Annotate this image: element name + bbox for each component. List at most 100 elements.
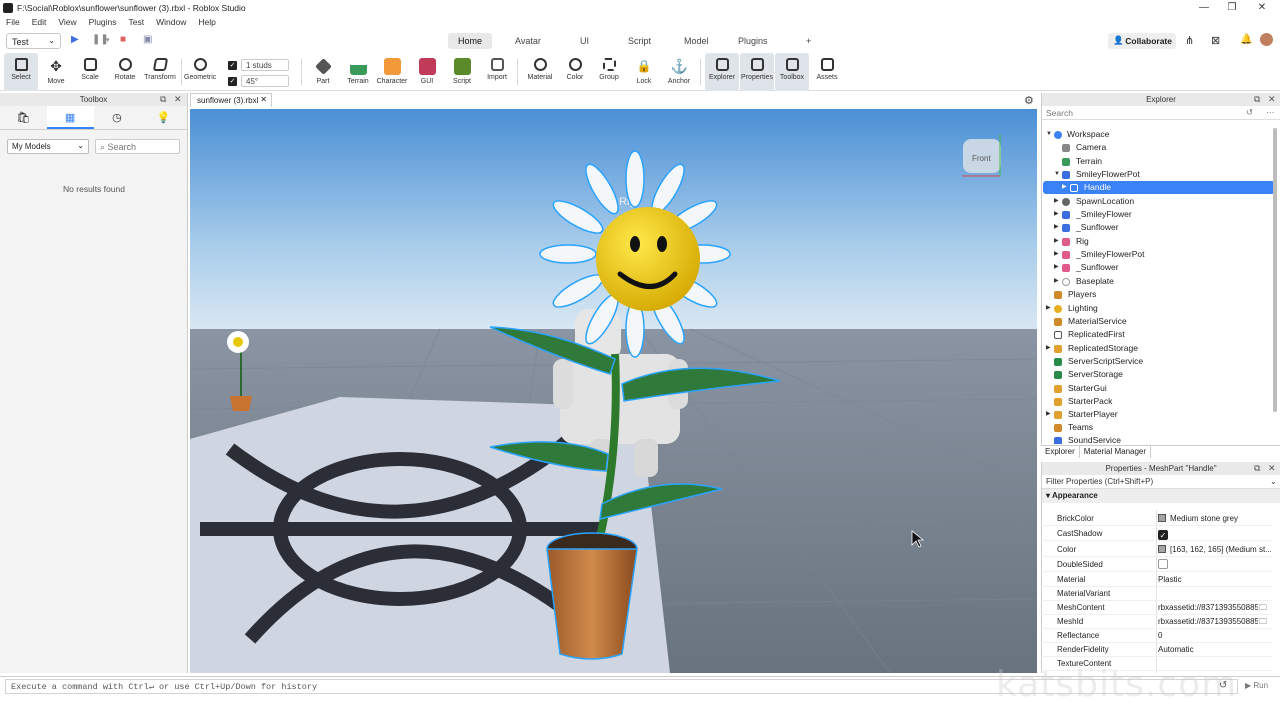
- notifications-icon[interactable]: 🔔: [1240, 34, 1252, 45]
- prop-row-color[interactable]: Color [163, 162, 165] (Medium st...: [1041, 543, 1273, 558]
- explorer-search-input[interactable]: Search ↺ ⋯: [1042, 106, 1280, 120]
- prop-row-meshid[interactable]: MeshId rbxassetid://83713935508851 🗀: [1041, 615, 1273, 630]
- tree-item-rig[interactable]: ▶ Rig: [1043, 235, 1275, 248]
- scale-tool-button[interactable]: Scale: [73, 53, 107, 91]
- team-create-icon[interactable]: ⊠: [1211, 34, 1220, 47]
- undock-icon[interactable]: ⧉: [160, 93, 166, 106]
- assets-button[interactable]: Assets: [810, 53, 844, 91]
- move-tool-button[interactable]: ✥ Move: [39, 53, 73, 91]
- view-cube[interactable]: Front: [962, 134, 1001, 177]
- group-button[interactable]: Group: [592, 53, 626, 91]
- tab-home[interactable]: Home: [448, 33, 493, 49]
- prop-row-material[interactable]: Material Plastic: [1041, 573, 1273, 588]
- tree-item-spawnlocation[interactable]: ▶ SpawnLocation: [1043, 195, 1275, 208]
- geometric-button[interactable]: Geometric: [184, 53, 216, 91]
- appearance-section[interactable]: ▾ Appearance: [1042, 489, 1280, 503]
- document-tab[interactable]: sunflower (3).rbxl ✕: [190, 93, 272, 107]
- history-icon[interactable]: ↺: [1246, 107, 1253, 118]
- tree-item-smileyflowerpot[interactable]: ▼ SmileyFlowerPot: [1043, 168, 1275, 181]
- tree-item-starterpack[interactable]: StarterPack: [1043, 395, 1275, 408]
- folder-icon[interactable]: 🗀: [1259, 601, 1267, 615]
- explorer-button[interactable]: Explorer: [705, 53, 739, 91]
- category-select[interactable]: My Models ⌄: [7, 139, 89, 154]
- close-icon[interactable]: ✕: [174, 93, 182, 106]
- rotate-tool-button[interactable]: Rotate: [108, 53, 142, 91]
- tree-item-serverscriptservice[interactable]: ServerScriptService: [1043, 355, 1275, 368]
- play-icon[interactable]: ▶: [71, 34, 79, 45]
- tab-ui[interactable]: UI: [570, 33, 599, 49]
- undock-icon[interactable]: ⧉: [1254, 462, 1260, 475]
- degrees-input[interactable]: 45°: [241, 75, 289, 87]
- close-icon[interactable]: ✕: [1268, 93, 1276, 106]
- tab-model[interactable]: Model: [674, 33, 719, 49]
- tab-material-manager[interactable]: Material Manager: [1080, 446, 1152, 458]
- recent-clock-icon[interactable]: ◷: [94, 106, 141, 129]
- properties-button[interactable]: Properties: [740, 53, 774, 91]
- tree-item-players[interactable]: Players: [1043, 288, 1275, 301]
- tree-item-serverstorage[interactable]: ServerStorage: [1043, 368, 1275, 381]
- studs-input[interactable]: 1 studs: [241, 59, 289, 71]
- part-button[interactable]: Part: [306, 53, 340, 91]
- inventory-grid-icon[interactable]: ▦: [46, 106, 94, 129]
- maximize-icon[interactable]: ❐: [1218, 0, 1246, 15]
- lock-button[interactable]: 🔒 Lock: [627, 53, 661, 91]
- menu-window[interactable]: Window: [156, 17, 186, 27]
- import-button[interactable]: Import: [480, 53, 514, 91]
- menu-file[interactable]: File: [6, 17, 20, 27]
- device-emulator-icon[interactable]: ▣: [143, 34, 152, 45]
- checkbox-checked-icon[interactable]: ✓: [228, 60, 237, 70]
- explorer-scrollbar[interactable]: [1273, 128, 1277, 412]
- menu-view[interactable]: View: [58, 17, 76, 27]
- stop-icon[interactable]: ■: [120, 34, 126, 45]
- move-snap-control[interactable]: ✓ 1 studs: [228, 59, 289, 71]
- close-icon[interactable]: ✕: [1268, 462, 1276, 475]
- tab-add[interactable]: +: [796, 33, 821, 49]
- pause-chevron-icon[interactable]: ▾: [106, 36, 110, 44]
- tree-item-replicatedstorage[interactable]: ▶ ReplicatedStorage: [1043, 342, 1275, 355]
- avatar[interactable]: [1260, 33, 1273, 46]
- close-icon[interactable]: ✕: [260, 95, 267, 104]
- color-button[interactable]: Color: [558, 53, 592, 91]
- prop-row-renderfidelity[interactable]: RenderFidelity Automatic: [1041, 643, 1273, 658]
- creations-bulb-icon[interactable]: 💡: [140, 106, 187, 129]
- tree-item-camera[interactable]: Camera: [1043, 141, 1275, 154]
- folder-icon[interactable]: 🗀: [1259, 615, 1267, 629]
- prop-row-reflectance[interactable]: Reflectance 0: [1041, 629, 1273, 644]
- transform-tool-button[interactable]: Transform: [143, 53, 177, 91]
- tree-item-smileyflowerpot-2[interactable]: ▶ _SmileyFlowerPot: [1043, 248, 1275, 261]
- checkbox-checked-icon[interactable]: ✓: [1158, 530, 1168, 540]
- tree-item-materialservice[interactable]: MaterialService: [1043, 315, 1275, 328]
- menu-test[interactable]: Test: [129, 17, 145, 27]
- gear-icon[interactable]: ⚙: [1024, 94, 1034, 107]
- toolbox-button[interactable]: Toolbox: [775, 53, 809, 91]
- run-button[interactable]: ▶ Run: [1242, 679, 1276, 694]
- tree-item-starterplayer[interactable]: ▶ StarterPlayer: [1043, 408, 1275, 421]
- tree-item-soundservice[interactable]: SoundService: [1043, 434, 1275, 444]
- menu-plugins[interactable]: Plugins: [89, 17, 117, 27]
- tree-item-lighting[interactable]: ▶ Lighting: [1043, 302, 1275, 315]
- tree-item-sunflower[interactable]: ▶ _Sunflower: [1043, 221, 1275, 234]
- filter-properties-input[interactable]: Filter Properties (Ctrl+Shift+P) ⌄: [1042, 475, 1280, 489]
- share-icon[interactable]: ⋔: [1185, 34, 1194, 47]
- 3d-viewport[interactable]: Rig Front: [190, 109, 1037, 673]
- toolbox-search-input[interactable]: ⌕ Search: [95, 139, 180, 154]
- tree-item-baseplate[interactable]: ▶ Baseplate: [1043, 275, 1275, 288]
- mode-select[interactable]: Test ⌄: [6, 33, 61, 49]
- tree-item-workspace[interactable]: ▼ Workspace: [1043, 128, 1275, 141]
- tab-plugins[interactable]: Plugins: [728, 33, 778, 49]
- prop-row-materialvariant[interactable]: MaterialVariant: [1041, 587, 1273, 602]
- checkbox-unchecked-icon[interactable]: [1158, 559, 1168, 569]
- rotate-snap-control[interactable]: ✓ 45°: [228, 75, 289, 87]
- prop-row-brickcolor[interactable]: BrickColor Medium stone grey: [1041, 512, 1273, 527]
- prop-row-doublesided[interactable]: DoubleSided: [1041, 558, 1273, 573]
- tree-item-startergui[interactable]: StarterGui: [1043, 382, 1275, 395]
- prop-row-meshcontent[interactable]: MeshContent rbxassetid://83713935508851 🗀: [1041, 601, 1273, 616]
- history-icon[interactable]: ↺: [1219, 680, 1227, 691]
- terrain-button[interactable]: Terrain: [341, 53, 375, 91]
- tree-item-sunflower-2[interactable]: ▶ _Sunflower: [1043, 261, 1275, 274]
- tab-avatar[interactable]: Avatar: [505, 33, 551, 49]
- tree-item-terrain[interactable]: Terrain: [1043, 155, 1275, 168]
- prop-row-castshadow[interactable]: CastShadow ✓: [1041, 527, 1273, 542]
- close-icon[interactable]: ✕: [1248, 0, 1276, 15]
- menu-help[interactable]: Help: [198, 17, 215, 27]
